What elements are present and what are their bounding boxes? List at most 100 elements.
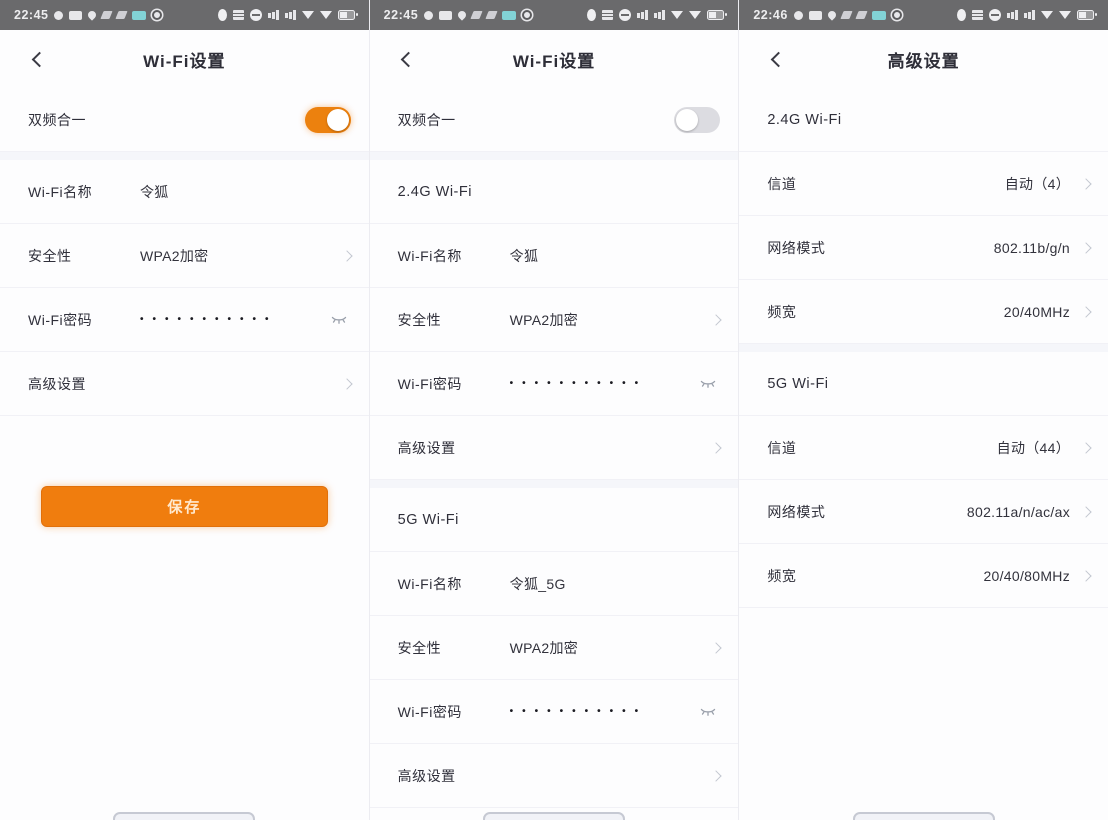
camera-icon (152, 10, 163, 20)
network-mode-row[interactable]: 网络模式 802.11b/g/n (739, 216, 1108, 280)
home-indicator[interactable] (113, 812, 256, 820)
dnd-oval-icon (957, 9, 967, 21)
grid-icon (232, 10, 244, 20)
wifi-password-row[interactable]: Wi-Fi密码 ••••••••••• (369, 352, 739, 416)
status-bar: 22:45 (369, 0, 739, 30)
home-indicator[interactable] (852, 812, 995, 820)
advanced-settings-row[interactable]: 高级设置 (369, 416, 739, 480)
home-indicator[interactable] (483, 812, 625, 820)
camera-icon (522, 10, 533, 20)
security-row[interactable]: 安全性 WPA2加密 (369, 288, 739, 352)
location-icon (86, 9, 99, 21)
bandwidth-row[interactable]: 频宽 20/40/80MHz (739, 544, 1108, 608)
app-icon-2 (855, 11, 868, 19)
messages-app-icon (502, 10, 517, 20)
bandwidth-value: 20/40MHz (1003, 303, 1071, 320)
chevron-right-icon (710, 441, 723, 454)
record-icon (793, 10, 803, 20)
app-icon-1 (100, 11, 114, 19)
cellular-signal-icon-2 (284, 10, 296, 20)
wifi-triangle-icon-2 (689, 11, 702, 19)
dual-band-row: 双频合一 (0, 88, 369, 152)
back-button[interactable] (22, 44, 52, 74)
toggle-knob (676, 108, 699, 131)
security-row[interactable]: 安全性 WPA2加密 (0, 224, 369, 288)
wifi-password-row[interactable]: Wi-Fi密码 ••••••••••• (0, 288, 369, 352)
advanced-settings-row[interactable]: 高级设置 (0, 352, 369, 416)
app-icon-1 (840, 11, 853, 19)
status-bar: 22:46 (739, 0, 1108, 30)
advanced-settings-row[interactable]: 高级设置 (369, 744, 739, 808)
section-header-5g: 5G Wi-Fi (369, 488, 739, 552)
dnd-oval-icon (587, 9, 597, 21)
wifi-triangle-icon (301, 11, 314, 19)
wifi-name-value: 令狐 (140, 183, 169, 200)
panel-wifi-settings-split: 22:45 Wi-Fi设置 双频合一 2.4G Wi-Fi Wi-Fi名称 令狐… (368, 0, 739, 820)
bandwidth-row[interactable]: 频宽 20/40MHz (739, 280, 1108, 344)
chevron-left-icon (31, 51, 47, 67)
minus-circle-icon (249, 9, 262, 21)
chevron-right-icon (1080, 241, 1092, 254)
eye-off-icon[interactable] (696, 700, 720, 724)
security-value: WPA2加密 (140, 247, 209, 264)
wifi-name-row[interactable]: Wi-Fi名称 令狐_5G (369, 552, 739, 616)
cellular-signal-icon (267, 10, 279, 20)
page-title: 高级设置 (887, 51, 960, 71)
battery-icon (337, 10, 358, 20)
security-label: 安全性 (28, 247, 72, 264)
channel-row[interactable]: 信道 自动（44） (739, 416, 1108, 480)
eye-off-icon[interactable] (327, 308, 351, 332)
network-mode-row[interactable]: 网络模式 802.11a/n/ac/ax (739, 480, 1108, 544)
wifi-triangle-icon (671, 11, 684, 19)
grid-icon (602, 10, 614, 20)
save-button[interactable]: 保存 (41, 486, 328, 527)
network-mode-value: 802.11a/n/ac/ax (966, 503, 1071, 520)
chevron-left-icon (770, 51, 787, 67)
battery-icon (707, 10, 728, 20)
clock: 22:46 (753, 8, 788, 22)
channel-row[interactable]: 信道 自动（4） (739, 152, 1108, 216)
back-button[interactable] (761, 44, 791, 74)
panel-wifi-settings-combined: 22:45 Wi-Fi设置 双频合一 Wi-Fi名称 令狐 安全性 WPA2加密… (0, 0, 369, 820)
messages-app-icon (132, 10, 147, 20)
page-title: Wi-Fi设置 (143, 51, 226, 71)
group-gap (369, 480, 739, 488)
network-mode-value: 802.11b/g/n (993, 239, 1071, 256)
location-icon (826, 9, 838, 21)
group-gap (739, 344, 1108, 352)
wifi-password-value: ••••••••••• (140, 314, 278, 325)
page-title: Wi-Fi设置 (512, 51, 596, 71)
section-header-24g: 2.4G Wi-Fi (739, 88, 1108, 152)
dual-band-toggle[interactable] (304, 106, 351, 133)
nav-header: Wi-Fi设置 (0, 30, 369, 88)
wifi-name-row[interactable]: Wi-Fi名称 令狐 (0, 160, 369, 224)
record-icon (54, 10, 64, 20)
chevron-right-icon (341, 249, 353, 262)
record-icon (424, 10, 434, 20)
channel-value: 自动（44） (996, 439, 1071, 456)
chevron-right-icon (341, 377, 353, 390)
chevron-right-icon (710, 641, 723, 654)
section-header-24g: 2.4G Wi-Fi (369, 160, 739, 224)
cellular-signal-icon-2 (1024, 10, 1036, 20)
cellular-signal-icon (637, 10, 649, 20)
wifi-triangle-icon-2 (319, 11, 332, 19)
three-screenshot-strip: 22:45 Wi-Fi设置 双频合一 Wi-Fi名称 令狐 安全性 WPA2加密… (0, 0, 1108, 820)
wifi-password-row[interactable]: Wi-Fi密码 ••••••••••• (369, 680, 739, 744)
sim-card-icon (439, 10, 453, 20)
channel-value: 自动（4） (1004, 175, 1071, 192)
dual-band-label: 双频合一 (28, 111, 86, 128)
location-icon (456, 9, 468, 21)
back-button[interactable] (392, 44, 422, 74)
eye-off-icon[interactable] (696, 372, 720, 396)
grid-icon (972, 10, 984, 20)
dual-band-toggle[interactable] (674, 106, 721, 133)
clock: 22:45 (14, 8, 49, 22)
wifi-name-row[interactable]: Wi-Fi名称 令狐 (369, 224, 739, 288)
cellular-signal-icon (1007, 10, 1019, 20)
chevron-right-icon (710, 313, 723, 326)
security-row[interactable]: 安全性 WPA2加密 (369, 616, 739, 680)
dual-band-row: 双频合一 (369, 88, 739, 152)
messages-app-icon (871, 10, 886, 20)
group-gap (369, 152, 739, 160)
